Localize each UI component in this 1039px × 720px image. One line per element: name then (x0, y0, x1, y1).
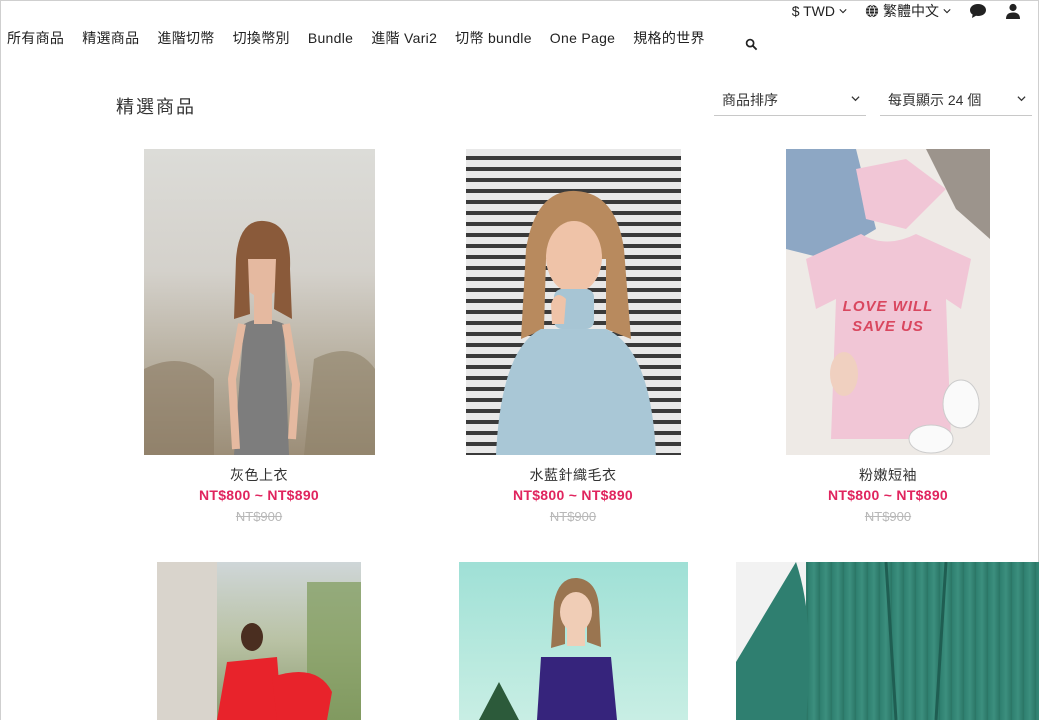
nav-item-switch-currency[interactable]: 切換幣別 (233, 28, 290, 48)
language-selector[interactable]: 繁體中文 (865, 1, 951, 21)
message-button[interactable] (969, 3, 987, 19)
nav-item-all-products[interactable]: 所有商品 (7, 28, 64, 48)
chevron-down-icon (1017, 96, 1026, 102)
user-icon (1006, 3, 1020, 19)
chevron-down-icon (839, 9, 847, 14)
pink-tshirt-flatlay-photo[interactable]: LOVE WILL SAVE US (786, 149, 990, 455)
globe-icon (865, 4, 879, 18)
currency-label: $ TWD (791, 3, 835, 19)
chevron-down-icon (943, 9, 951, 14)
nav-item-bundle[interactable]: Bundle (308, 30, 353, 46)
woman-grey-dress-photo[interactable] (144, 149, 375, 455)
product-name[interactable]: 粉嫩短袖 (758, 465, 1018, 485)
nav-item-advanced-vari2[interactable]: 進階 Vari2 (371, 28, 437, 48)
product-price: NT$800 ~ NT$890 (827, 487, 949, 503)
green-knit-sweater-photo[interactable] (736, 562, 1039, 720)
currency-selector[interactable]: $ TWD (792, 3, 847, 19)
chat-bubble-icon (970, 4, 986, 18)
product-original-price: NT$900 (864, 509, 912, 524)
woman-red-dress-photo[interactable] (157, 562, 361, 720)
shirt-print-line-2: SAVE US (852, 318, 924, 335)
language-label: 繁體中文 (883, 3, 939, 19)
shirt-print-line-1: LOVE WILL (843, 298, 934, 315)
main-nav: 所有商品 精選商品 進階切幣 切換幣別 Bundle 進階 Vari2 切幣 b… (7, 28, 723, 48)
product-name[interactable]: 水藍針織毛衣 (443, 465, 703, 485)
product-price: NT$800 ~ NT$890 (512, 487, 634, 503)
product-original-price: NT$900 (549, 509, 597, 524)
nav-item-one-page[interactable]: One Page (550, 30, 615, 46)
woman-purple-lace-top-photo[interactable] (459, 562, 688, 720)
utility-bar: $ TWD 繁體中文 (792, 2, 1021, 20)
product-name[interactable]: 灰色上衣 (129, 465, 389, 485)
nav-item-advanced-currency[interactable]: 進階切幣 (157, 28, 214, 48)
nav-item-spec-world[interactable]: 規格的世界 (633, 28, 705, 48)
search-icon[interactable] (745, 38, 758, 51)
nav-item-currency-bundle[interactable]: 切幣 bundle (455, 28, 532, 48)
account-button[interactable] (1005, 3, 1021, 19)
page-title: 精選商品 (116, 97, 196, 117)
nav-item-featured[interactable]: 精選商品 (82, 28, 139, 48)
per-page-select[interactable]: 每頁顯示 24 個 (880, 85, 1032, 116)
product-original-price: NT$900 (235, 509, 283, 524)
per-page-select-label: 每頁顯示 24 個 (888, 92, 982, 108)
sort-select-label: 商品排序 (722, 92, 778, 108)
woman-blue-sweater-photo[interactable] (466, 149, 681, 455)
sort-select[interactable]: 商品排序 (714, 85, 866, 116)
chevron-down-icon (851, 96, 860, 102)
product-price: NT$800 ~ NT$890 (198, 487, 320, 503)
